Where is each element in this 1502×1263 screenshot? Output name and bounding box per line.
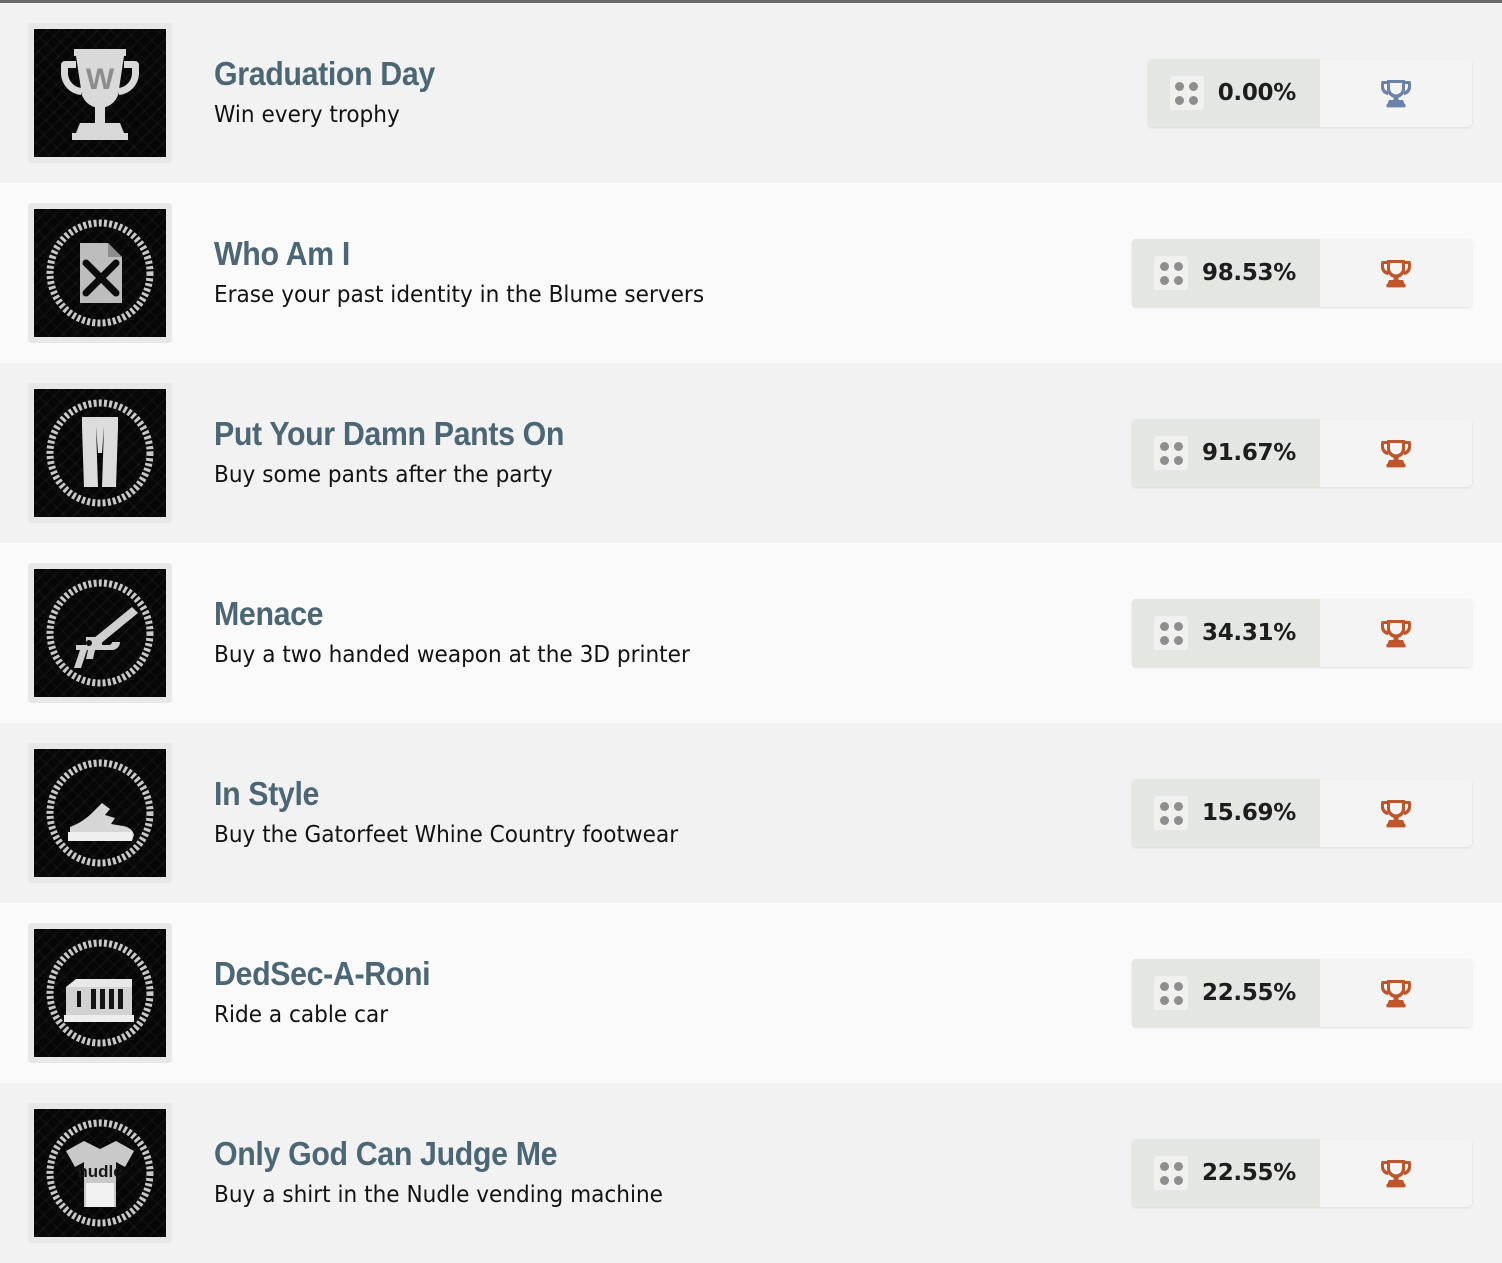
- trophy-rarity-rate: 15.69%: [1132, 779, 1320, 847]
- trophy-rarity-rate: 34.31%: [1132, 599, 1320, 667]
- trophy-row[interactable]: nudle Only God Can Judge Me Buy a shirt in…: [0, 1083, 1502, 1263]
- four-dot-grid-icon: [1154, 436, 1188, 470]
- trophy-title[interactable]: Only God Can Judge Me: [214, 1136, 1059, 1172]
- trophy-icon: [1379, 1157, 1413, 1189]
- trophy-icon-frame: [28, 383, 172, 523]
- trophy-text-column: Who Am I Erase your past identity in the …: [172, 236, 1132, 309]
- four-dot-grid-icon: [1154, 1156, 1188, 1190]
- trophy-badge[interactable]: 34.31%: [1132, 599, 1472, 667]
- trophy-rate-value: 34.31%: [1202, 620, 1296, 646]
- trophy-icon-frame: [28, 923, 172, 1063]
- trophy-icon: [1379, 77, 1413, 109]
- trophy-icon: [1379, 437, 1413, 469]
- trophy-row[interactable]: Put Your Damn Pants On Buy some pants aft…: [0, 363, 1502, 543]
- trophy-rate-value: 22.55%: [1202, 980, 1296, 1006]
- trophy-description: Buy some pants after the party: [214, 462, 553, 489]
- trophy-achievement-list: W Graduation Day Win every trophy 0.00% Who …: [0, 0, 1502, 1263]
- trophy-badge[interactable]: 15.69%: [1132, 779, 1472, 847]
- four-dot-grid-icon: [1154, 616, 1188, 650]
- trophy-type-cell: [1320, 779, 1472, 847]
- trophy-description: Buy a two handed weapon at the 3D printe…: [214, 642, 690, 669]
- trophy-title[interactable]: Menace: [214, 596, 1059, 632]
- trophy-text-column: Graduation Day Win every trophy: [172, 56, 1148, 129]
- trophy-text-column: In Style Buy the Gatorfeet Whine Country …: [172, 776, 1132, 849]
- trophy-rarity-rate: 22.55%: [1132, 1139, 1320, 1207]
- trophy-rate-value: 22.55%: [1202, 1160, 1296, 1186]
- trophy-description: Buy the Gatorfeet Whine Country footwear: [214, 822, 679, 849]
- svg-text:nudle: nudle: [77, 1162, 122, 1181]
- trophy-icon: [1379, 257, 1413, 289]
- four-dot-grid-icon: [1154, 256, 1188, 290]
- trophy-badge[interactable]: 98.53%: [1132, 239, 1472, 307]
- trophy-row[interactable]: W Graduation Day Win every trophy 0.00%: [0, 3, 1502, 183]
- trophy-badge[interactable]: 91.67%: [1132, 419, 1472, 487]
- trophy-rate-value: 91.67%: [1202, 440, 1296, 466]
- trophy-title[interactable]: DedSec-A-Roni: [214, 956, 1059, 992]
- trophy-cup-icon: W: [34, 29, 166, 157]
- trophy-rarity-rate: 98.53%: [1132, 239, 1320, 307]
- pants-icon: [34, 389, 166, 517]
- trophy-icon-frame: [28, 563, 172, 703]
- trophy-row[interactable]: In Style Buy the Gatorfeet Whine Country …: [0, 723, 1502, 903]
- svg-text:W: W: [86, 63, 115, 96]
- sneaker-icon: [34, 749, 166, 877]
- trophy-rarity-rate: 91.67%: [1132, 419, 1320, 487]
- four-dot-grid-icon: [1169, 76, 1204, 110]
- nudle-shirt-icon: nudle: [34, 1109, 166, 1237]
- trophy-type-cell: [1320, 59, 1472, 127]
- trophy-description: Buy a shirt in the Nudle vending machine: [214, 1182, 663, 1209]
- trophy-icon: [1379, 617, 1413, 649]
- trophy-description: Erase your past identity in the Blume se…: [214, 282, 705, 309]
- trophy-row[interactable]: DedSec-A-Roni Ride a cable car 22.55%: [0, 903, 1502, 1083]
- trophy-icon-frame: [28, 743, 172, 883]
- trophy-title[interactable]: Put Your Damn Pants On: [214, 416, 1059, 452]
- trophy-rate-value: 98.53%: [1202, 260, 1296, 286]
- trophy-icon-frame: W: [28, 23, 172, 163]
- four-dot-grid-icon: [1154, 976, 1188, 1010]
- trophy-title[interactable]: Who Am I: [214, 236, 1059, 272]
- trophy-text-column: Only God Can Judge Me Buy a shirt in the …: [172, 1136, 1132, 1209]
- trophy-icon: [1379, 797, 1413, 829]
- trophy-type-cell: [1320, 1139, 1472, 1207]
- trophy-badge[interactable]: 0.00%: [1147, 59, 1472, 127]
- document-x-icon: [34, 209, 166, 337]
- trophy-row[interactable]: Menace Buy a two handed weapon at the 3D …: [0, 543, 1502, 723]
- cable-car-icon: [34, 929, 166, 1057]
- trophy-title[interactable]: Graduation Day: [214, 56, 1073, 92]
- trophy-type-cell: [1320, 419, 1472, 487]
- rifle-icon: [34, 569, 166, 697]
- trophy-rarity-rate: 22.55%: [1132, 959, 1320, 1027]
- trophy-rate-value: 0.00%: [1217, 80, 1297, 106]
- trophy-badge[interactable]: 22.55%: [1132, 1139, 1472, 1207]
- trophy-row[interactable]: Who Am I Erase your past identity in the …: [0, 183, 1502, 363]
- trophy-badge[interactable]: 22.55%: [1132, 959, 1472, 1027]
- trophy-icon-frame: [28, 203, 172, 343]
- trophy-title[interactable]: In Style: [214, 776, 1059, 812]
- trophy-text-column: DedSec-A-Roni Ride a cable car: [172, 956, 1132, 1029]
- trophy-text-column: Put Your Damn Pants On Buy some pants aft…: [172, 416, 1132, 489]
- trophy-icon: [1379, 977, 1413, 1009]
- trophy-rate-value: 15.69%: [1202, 800, 1296, 826]
- trophy-description: Win every trophy: [214, 102, 400, 129]
- four-dot-grid-icon: [1154, 796, 1188, 830]
- trophy-rarity-rate: 0.00%: [1147, 59, 1320, 127]
- trophy-type-cell: [1320, 239, 1472, 307]
- trophy-type-cell: [1320, 599, 1472, 667]
- trophy-description: Ride a cable car: [214, 1002, 389, 1029]
- trophy-icon-frame: nudle: [28, 1103, 172, 1243]
- trophy-text-column: Menace Buy a two handed weapon at the 3D …: [172, 596, 1132, 669]
- trophy-type-cell: [1320, 959, 1472, 1027]
